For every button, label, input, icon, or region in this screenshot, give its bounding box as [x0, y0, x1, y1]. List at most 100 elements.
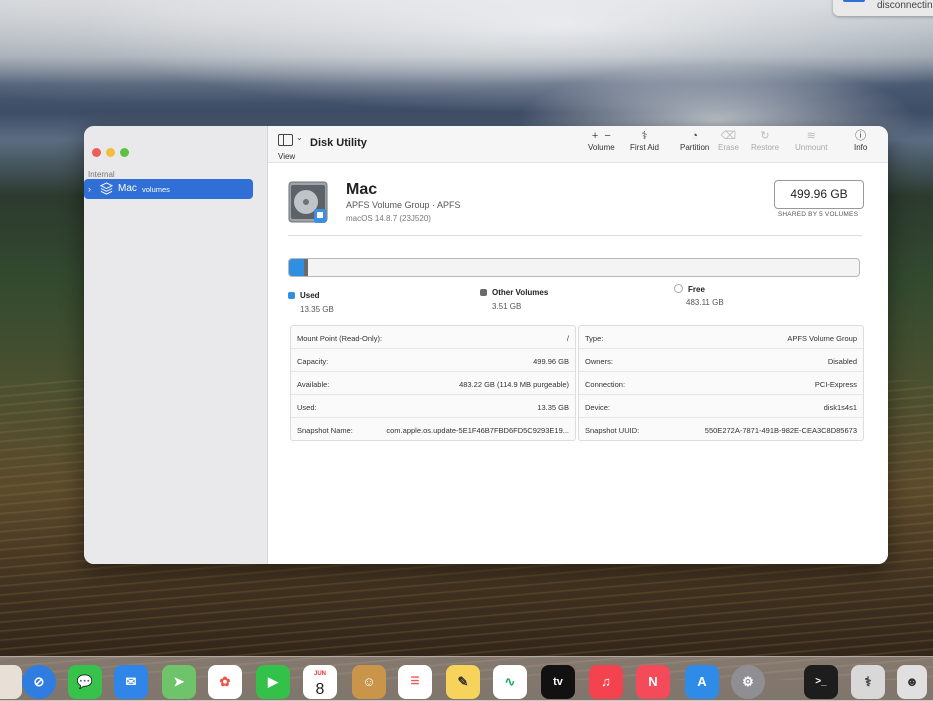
- chevron-right-icon[interactable]: ›: [88, 184, 91, 194]
- free-swatch: [674, 284, 683, 293]
- info-row: Device: disk1s4s1: [579, 395, 863, 418]
- volume-name: Mac: [346, 181, 378, 198]
- chevron-down-icon[interactable]: ⌄: [296, 133, 303, 142]
- info-key: Type:: [585, 334, 604, 343]
- finder-icon[interactable]: ☻: [897, 665, 927, 699]
- info-row: Snapshot UUID: 550E272A-7871-491B-982E-CE…: [579, 418, 863, 440]
- volume-os: macOS 14.8.7 (23J520): [346, 214, 431, 223]
- disk-utility-window: Internal › Mac volumes ⌄ View Disk Utili…: [84, 126, 888, 564]
- legend-other-value: 3.51 GB: [492, 302, 522, 311]
- info-row: Snapshot Name: com.apple.os.update-5E1F46…: [291, 418, 575, 440]
- sidebar-toggle-icon[interactable]: [278, 134, 293, 146]
- messages-icon[interactable]: 💬: [68, 665, 102, 699]
- other-swatch: [480, 289, 487, 296]
- volume-button[interactable]: + − Volume: [588, 129, 615, 152]
- pie-partition-icon: ◔: [691, 130, 698, 142]
- info-button[interactable]: ⓘ Info: [854, 129, 867, 152]
- minimize-button[interactable]: [106, 148, 115, 157]
- info-row: Owners: Disabled: [579, 349, 863, 372]
- calendar-month: JUN: [313, 671, 326, 677]
- erase-icon: ⌫: [720, 130, 737, 142]
- tv-label: tv: [553, 676, 563, 688]
- info-icon: ⓘ: [855, 130, 867, 142]
- unmount-icon: ≋: [806, 130, 816, 142]
- photos-icon[interactable]: ✿: [208, 665, 242, 699]
- erase-label: Erase: [718, 143, 739, 152]
- info-table-right: Type: APFS Volume Group Owners: Disabled C…: [578, 325, 864, 441]
- usage-bar-other: [304, 259, 308, 276]
- sidebar-item-detail: volumes: [142, 185, 170, 194]
- view-label: View: [278, 152, 296, 161]
- restore-label: Restore: [751, 143, 780, 152]
- first-aid-label: First Aid: [630, 143, 659, 152]
- safari-icon[interactable]: ⊘: [22, 665, 56, 699]
- first-aid-button[interactable]: ⚕ First Aid: [630, 129, 659, 152]
- volume-subtitle: APFS Volume Group · APFS: [346, 200, 461, 210]
- plus-minus-icon: + −: [591, 130, 611, 142]
- info-value: com.apple.os.update-5E1F46B7FBD6FD5C9293…: [386, 426, 569, 435]
- info-row: Mount Point (Read-Only): /: [291, 326, 575, 349]
- sidebar-item-label: Mac: [118, 183, 137, 194]
- launchpad-icon[interactable]: [0, 665, 22, 699]
- divider: [288, 235, 862, 236]
- info-key: Used:: [297, 403, 317, 412]
- notification-banner[interactable]: disconnectin: [833, 0, 933, 16]
- contacts-icon[interactable]: ☺: [352, 665, 386, 699]
- freeform-icon[interactable]: ∿: [493, 665, 527, 699]
- sidebar-section-internal: Internal: [88, 170, 115, 179]
- sidebar: Internal › Mac volumes: [84, 126, 268, 564]
- window-controls: [92, 144, 134, 162]
- info-value: 13.35 GB: [537, 403, 569, 412]
- legend-other: Other Volumes 3.51 GB: [480, 288, 548, 311]
- facetime-icon[interactable]: ▶: [256, 665, 290, 699]
- legend-used: Used 13.35 GB: [288, 291, 334, 314]
- info-value: disk1s4s1: [823, 403, 857, 412]
- volume-label: Volume: [588, 143, 615, 152]
- info-row: Used: 13.35 GB: [291, 395, 575, 418]
- info-table-left: Mount Point (Read-Only): / Capacity: 499.9…: [290, 325, 576, 441]
- notification-text: disconnectin: [877, 0, 933, 11]
- zoom-button[interactable]: [120, 148, 129, 157]
- sidebar-item-mac[interactable]: › Mac volumes: [84, 179, 253, 199]
- volume-stack-icon: [100, 182, 113, 195]
- disk-utility-icon[interactable]: ⚕: [851, 665, 885, 699]
- window-title: Disk Utility: [310, 137, 367, 149]
- news-icon[interactable]: N: [636, 665, 670, 699]
- restore-icon: ↻: [760, 130, 770, 142]
- calendar-icon[interactable]: JUN 8: [303, 665, 337, 699]
- toolbar: ⌄ View Disk Utility + − Volume ⚕ First A…: [268, 126, 888, 163]
- unmount-label: Unmount: [795, 143, 828, 152]
- info-value: 499.96 GB: [533, 357, 569, 366]
- unmount-button[interactable]: ≋ Unmount: [795, 129, 827, 152]
- usage-bar-used: [289, 259, 304, 276]
- notes-icon[interactable]: ✎: [446, 665, 480, 699]
- maps-icon[interactable]: ➤: [162, 665, 196, 699]
- info-key: Snapshot Name:: [297, 426, 353, 435]
- system-settings-icon[interactable]: ⚙: [731, 665, 765, 699]
- notification-icon: [843, 0, 865, 2]
- info-key: Mount Point (Read-Only):: [297, 334, 383, 343]
- info-label: Info: [854, 143, 868, 152]
- terminal-icon[interactable]: >_: [804, 665, 838, 699]
- info-value: Disabled: [827, 357, 857, 366]
- app-store-icon[interactable]: A: [685, 665, 719, 699]
- legend-used-label: Used: [300, 291, 320, 300]
- info-panel: Mount Point (Read-Only): / Capacity: 499.9…: [290, 325, 864, 445]
- legend-free: Free 483.11 GB: [674, 284, 724, 307]
- restore-button[interactable]: ↻ Restore: [751, 129, 779, 152]
- partition-button[interactable]: ◔ Partition: [680, 129, 709, 152]
- info-row: Available: 483.22 GB (114.9 MB purgeable): [291, 372, 575, 395]
- mail-icon[interactable]: ✉: [114, 665, 148, 699]
- erase-button[interactable]: ⌫ Erase: [718, 129, 739, 152]
- close-button[interactable]: [92, 148, 101, 157]
- info-row: Capacity: 499.96 GB: [291, 349, 575, 372]
- info-key: Owners:: [585, 357, 613, 366]
- legend-used-value: 13.35 GB: [300, 305, 334, 314]
- music-icon[interactable]: ♫: [589, 665, 623, 699]
- info-key: Device:: [585, 403, 611, 412]
- apple-tv-icon[interactable]: tv: [541, 665, 575, 699]
- info-key: Snapshot UUID:: [585, 426, 640, 435]
- info-value: /: [566, 334, 569, 343]
- stethoscope-icon: ⚕: [641, 130, 648, 142]
- reminders-icon[interactable]: ☰: [398, 665, 432, 699]
